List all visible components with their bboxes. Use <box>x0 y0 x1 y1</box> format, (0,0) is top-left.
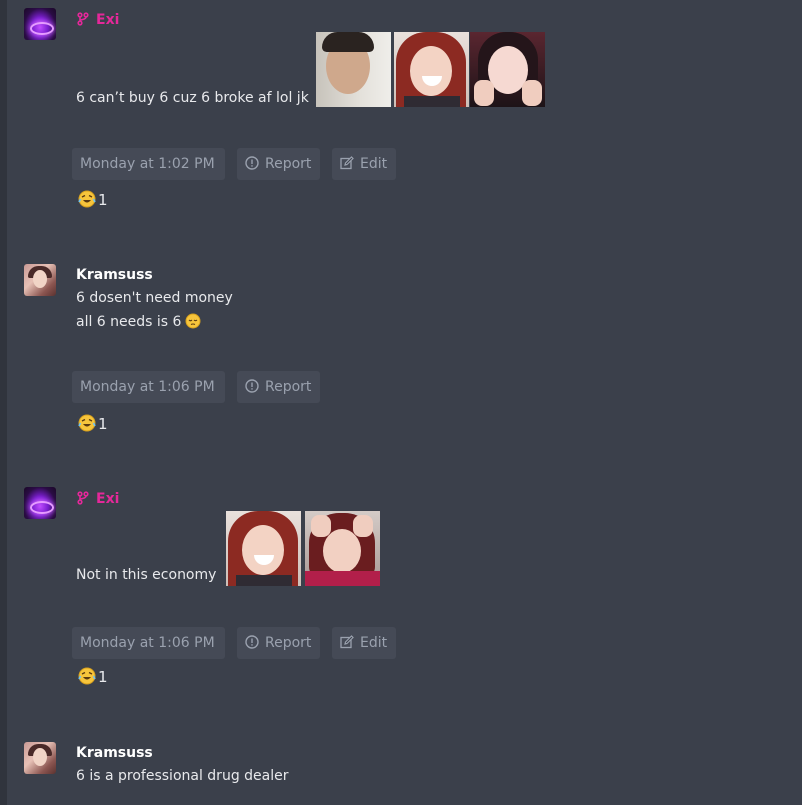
post-actions: Monday at 1:02 PM Report Edit <box>72 148 402 180</box>
message-text: 6 can’t buy 6 cuz 6 broke af lol jk <box>76 90 309 106</box>
pensive-emoji-icon <box>185 313 201 329</box>
avatar-kramsuss[interactable] <box>24 742 56 774</box>
report-icon <box>245 156 259 170</box>
avatar-kramsuss[interactable] <box>24 264 56 296</box>
reaction-summary[interactable]: 1 <box>78 190 108 212</box>
rofl-emoji-icon <box>78 667 96 685</box>
reaction-gif-1[interactable] <box>316 32 391 107</box>
edit-label: Edit <box>360 156 388 172</box>
report-button[interactable]: Report <box>237 371 320 403</box>
rofl-emoji-icon <box>78 190 96 208</box>
left-rail <box>0 0 7 805</box>
report-button[interactable]: Report <box>237 627 320 659</box>
report-icon <box>245 635 259 649</box>
timestamp-button[interactable]: Monday at 1:06 PM <box>72 371 225 403</box>
avatar-exi[interactable] <box>24 487 56 519</box>
reaction-summary[interactable]: 1 <box>78 667 108 689</box>
report-icon <box>245 379 259 393</box>
message-text-line-2-text: all 6 needs is 6 <box>76 314 182 330</box>
edit-button[interactable]: Edit <box>332 627 396 659</box>
post-1: Exi 6 can’t buy 6 cuz 6 broke af lol jk … <box>24 8 794 209</box>
report-label: Report <box>265 156 312 172</box>
message-text: 6 is a professional drug dealer <box>76 768 289 784</box>
rofl-emoji-icon <box>78 414 96 432</box>
timestamp-button[interactable]: Monday at 1:02 PM <box>72 148 225 180</box>
reaction-gif-3[interactable] <box>470 32 545 107</box>
reaction-count: 1 <box>98 668 108 686</box>
fork-icon <box>77 12 89 26</box>
edit-label: Edit <box>360 635 388 651</box>
username-exi[interactable]: Exi <box>76 491 119 507</box>
post-actions: Monday at 1:06 PM Report <box>72 371 332 403</box>
report-button[interactable]: Report <box>237 148 320 180</box>
avatar-exi[interactable] <box>24 8 56 40</box>
post-actions: Monday at 1:06 PM Report Edit <box>72 627 402 659</box>
edit-button[interactable]: Edit <box>332 148 396 180</box>
reaction-gif-2[interactable] <box>305 511 380 586</box>
reaction-count: 1 <box>98 415 108 433</box>
timestamp-button[interactable]: Monday at 1:06 PM <box>72 627 225 659</box>
report-label: Report <box>265 379 312 395</box>
post-2: Kramsuss 6 dosen't need money all 6 need… <box>24 264 794 434</box>
username-text: Exi <box>96 491 120 507</box>
username-kramsuss[interactable]: Kramsuss <box>76 745 153 761</box>
reaction-gif-1[interactable] <box>226 511 301 586</box>
post-4: Kramsuss 6 is a professional drug dealer <box>24 742 794 802</box>
username-kramsuss[interactable]: Kramsuss <box>76 267 153 283</box>
fork-icon <box>77 491 89 505</box>
username-exi[interactable]: Exi <box>76 12 119 28</box>
message-text-line-2: all 6 needs is 6 <box>76 313 201 330</box>
post-3: Exi Not in this economy Monday at 1:06 P… <box>24 487 794 687</box>
reaction-count: 1 <box>98 191 108 209</box>
message-text-line-1: 6 dosen't need money <box>76 290 233 306</box>
edit-icon <box>340 156 354 170</box>
reaction-summary[interactable]: 1 <box>78 414 108 436</box>
report-label: Report <box>265 635 312 651</box>
message-text: Not in this economy <box>76 567 217 583</box>
reaction-gif-2[interactable] <box>394 32 469 107</box>
edit-icon <box>340 635 354 649</box>
username-text: Exi <box>96 12 120 28</box>
